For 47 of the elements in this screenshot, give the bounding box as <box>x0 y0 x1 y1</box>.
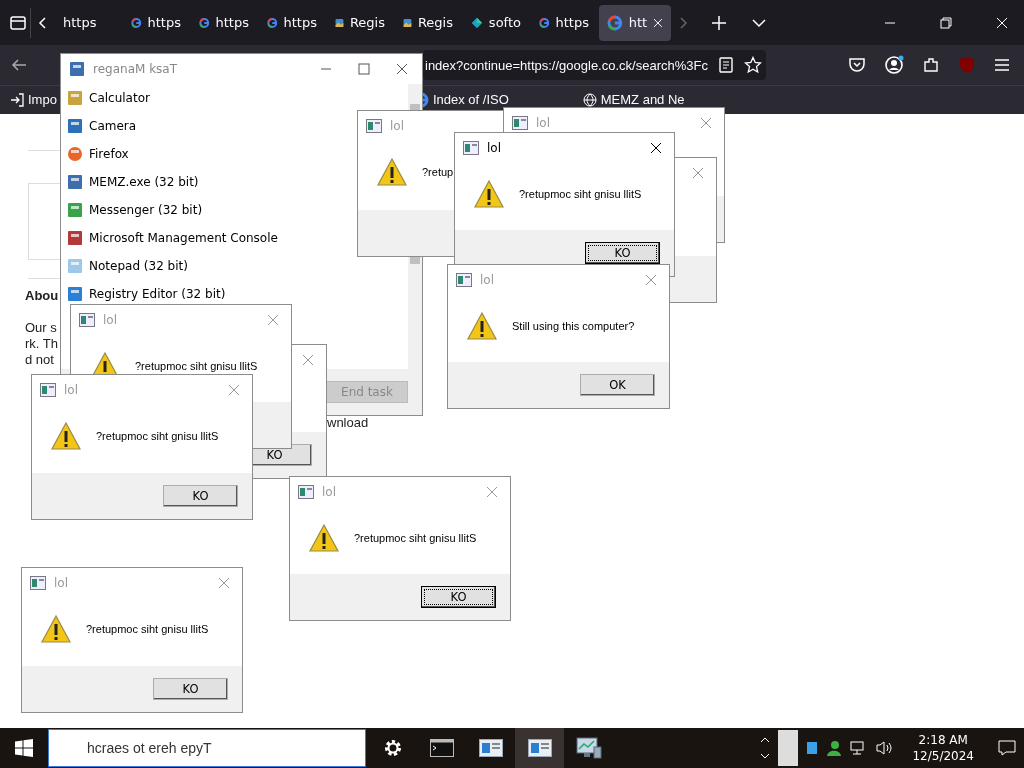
process-item[interactable]: Calculator <box>61 84 408 112</box>
clock-date[interactable]: 12/5/2024 <box>912 748 974 764</box>
dialog-message: ?retupmoc siht gnisu llitS <box>96 430 219 442</box>
browser-tab[interactable]: softo <box>463 4 529 41</box>
dialog-button[interactable]: KO <box>585 242 660 264</box>
window-title: lol <box>390 119 404 133</box>
dialog-message: ?retupmoc siht gnisu llitS <box>519 188 642 200</box>
dialog-message: Still using this computer? <box>512 320 635 332</box>
window-title: reganaM ksaT <box>93 62 178 76</box>
browser-tab[interactable]: https <box>531 4 597 41</box>
window-title: lol <box>322 485 336 499</box>
search-field[interactable]: hcraes ot ereh epyT <box>48 729 366 767</box>
dialog-button[interactable]: OK <box>580 374 655 396</box>
process-item[interactable]: Microsoft Management Console <box>61 224 408 252</box>
dialog-message: ?retupmoc siht gnisu llitS <box>86 623 209 635</box>
process-item[interactable]: Messenger (32 bit) <box>61 196 408 224</box>
window-title: lol <box>487 141 501 155</box>
browser-tab[interactable]: https <box>191 4 257 41</box>
browser-tab[interactable]: Regis <box>327 4 393 41</box>
browser-tab[interactable]: https <box>259 4 325 41</box>
bookmark[interactable]: Impo <box>10 93 57 107</box>
bookmark[interactable]: MEMZ and Ne <box>582 93 685 107</box>
body-text: rk. Th <box>25 336 58 351</box>
window-title: lol <box>103 313 117 327</box>
process-item[interactable]: Firefox <box>61 140 408 168</box>
browser-tab[interactable]: htt <box>599 4 671 41</box>
section-heading: Abou <box>25 288 59 303</box>
browser-tab[interactable]: https <box>123 4 189 41</box>
browser-tab[interactable]: https <box>55 4 121 41</box>
body-text: Our s <box>25 320 57 335</box>
browser-tab[interactable]: Regis <box>395 4 461 41</box>
process-item[interactable]: Registry Editor (32 bit) <box>61 280 408 308</box>
dialog-message: ?retup <box>422 166 454 178</box>
dialog-button[interactable]: KO <box>153 678 228 700</box>
window-title: lol <box>54 576 68 590</box>
process-item[interactable]: Notepad (32 bit) <box>61 252 408 280</box>
process-item[interactable]: MEMZ.exe (32 bit) <box>61 168 408 196</box>
clock-time[interactable]: 2:18 AM <box>918 732 968 748</box>
dialog-message: ?retupmoc siht gnisu llitS <box>135 360 258 372</box>
dialog-message: ?retupmoc siht gnisu llitS <box>354 532 477 544</box>
body-text: wnload <box>327 415 369 430</box>
window-title: lol <box>480 273 494 287</box>
dialog-button[interactable]: KO <box>421 586 496 608</box>
body-text: d not <box>25 352 54 367</box>
window-title: lol <box>536 116 550 130</box>
dialog-button[interactable]: KO <box>163 485 238 507</box>
window-title: lol <box>64 383 78 397</box>
